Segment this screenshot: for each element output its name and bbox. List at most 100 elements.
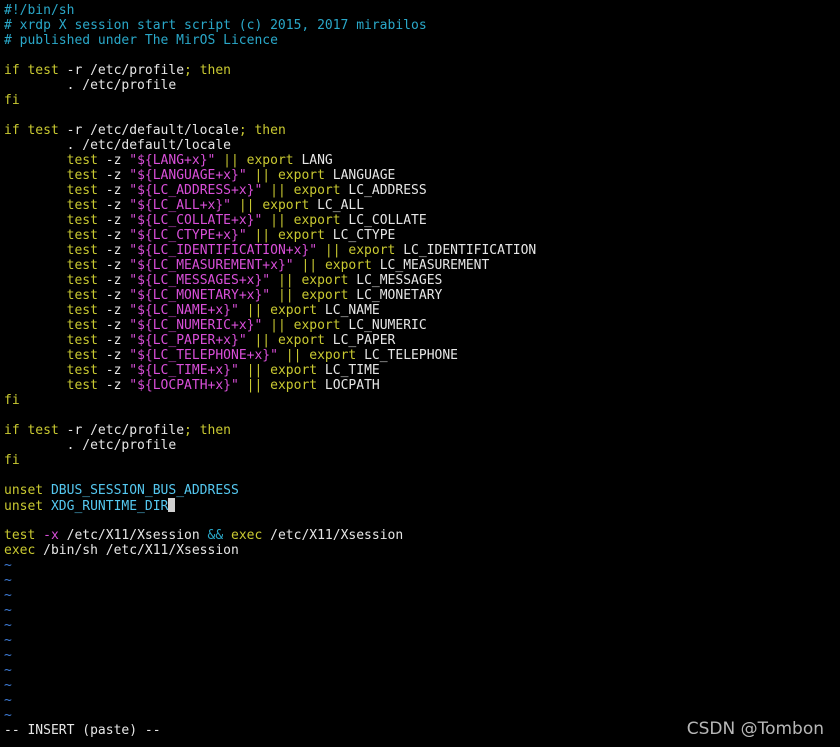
code-line[interactable]: test -z "${LC_CTYPE+x}" || export LC_CTY…	[4, 228, 840, 243]
code-token: -z	[97, 333, 130, 348]
code-line[interactable]: fi	[4, 93, 840, 108]
code-token: ||	[231, 198, 263, 213]
code-line[interactable]: test -z "${LC_MESSAGES+x}" || export LC_…	[4, 273, 840, 288]
code-line[interactable]: test -z "${LC_MONETARY+x}" || export LC_…	[4, 288, 840, 303]
code-line[interactable]: if test -r /etc/profile; then	[4, 423, 840, 438]
code-line[interactable]: # xrdp X session start script (c) 2015, …	[4, 18, 840, 33]
code-token: ||	[277, 348, 310, 363]
code-line[interactable]: unset XDG_RUNTIME_DIR	[4, 498, 840, 514]
code-line[interactable]: exec /bin/sh /etc/X11/Xsession	[4, 543, 840, 558]
code-token: then	[199, 63, 231, 78]
code-token: test	[4, 528, 36, 543]
code-line[interactable]	[4, 108, 840, 123]
code-line[interactable]: test -z "${LC_COLLATE+x}" || export LC_C…	[4, 213, 840, 228]
code-token: ||	[270, 288, 302, 303]
empty-line-marker: ~	[4, 573, 12, 588]
code-line[interactable]: test -z "${LC_NUMERIC+x}" || export LC_N…	[4, 318, 840, 333]
code-line[interactable]: test -z "${LANG+x}" || export LANG	[4, 153, 840, 168]
code-token: LC_ALL	[309, 198, 365, 213]
code-token: ||	[215, 153, 247, 168]
code-line[interactable]: test -x /etc/X11/Xsession && exec /etc/X…	[4, 528, 840, 543]
code-token: export	[309, 348, 357, 363]
code-token: "${LC_MESSAGES+x}"	[129, 273, 271, 288]
code-line[interactable]: test -z "${LC_MEASUREMENT+x}" || export …	[4, 258, 840, 273]
code-line[interactable]: test -z "${LC_ALL+x}" || export LC_ALL	[4, 198, 840, 213]
empty-line-marker: ~	[4, 678, 12, 693]
code-token: then	[254, 123, 286, 138]
code-token: -z	[97, 303, 130, 318]
code-token: ||	[246, 333, 278, 348]
code-line[interactable]: test -z "${LC_ADDRESS+x}" || export LC_A…	[4, 183, 840, 198]
empty-line-marker: ~	[4, 648, 12, 663]
code-line[interactable]: . /etc/default/locale	[4, 138, 840, 153]
code-token: test	[66, 363, 98, 378]
code-token: "${LC_ADDRESS+x}"	[129, 183, 263, 198]
code-token: "${LANG+x}"	[129, 153, 216, 168]
code-token: ||	[317, 243, 349, 258]
code-token: -z	[97, 288, 130, 303]
code-token: -z	[97, 318, 130, 333]
code-line[interactable]: . /etc/profile	[4, 78, 840, 93]
code-token: test	[66, 318, 98, 333]
empty-line-marker: ~	[4, 618, 12, 633]
empty-line-marker: ~	[4, 633, 12, 648]
code-token: "${LC_TELEPHONE+x}"	[129, 348, 278, 363]
code-token: export	[301, 273, 349, 288]
code-line[interactable]: if test -r /etc/profile; then	[4, 63, 840, 78]
code-token: LOCPATH	[317, 378, 380, 393]
text-buffer[interactable]: #!/bin/sh # xrdp X session start script (…	[4, 3, 840, 723]
vim-editor[interactable]: #!/bin/sh # xrdp X session start script (…	[0, 3, 840, 723]
code-token: "${LC_CTYPE+x}"	[129, 228, 247, 243]
code-token: test	[66, 258, 98, 273]
code-token: LC_MONETARY	[348, 288, 443, 303]
code-line[interactable]: fi	[4, 453, 840, 468]
code-line[interactable]: test -z "${LC_TELEPHONE+x}" || export LC…	[4, 348, 840, 363]
text-cursor	[168, 498, 176, 512]
code-line[interactable]: # published under The MirOS Licence	[4, 33, 840, 48]
code-token: export	[246, 153, 294, 168]
empty-line-marker: ~	[4, 588, 12, 603]
code-token: test	[66, 288, 98, 303]
code-token: LC_CTYPE	[324, 228, 396, 243]
code-line[interactable]: test -z "${LANGUAGE+x}" || export LANGUA…	[4, 168, 840, 183]
code-token: export	[277, 333, 325, 348]
code-line[interactable]: if test -r /etc/default/locale; then	[4, 123, 840, 138]
code-token: /bin/sh /etc/X11/Xsession	[35, 543, 239, 558]
code-token: -x	[43, 528, 59, 543]
code-token: test	[66, 198, 98, 213]
code-token: ||	[262, 213, 294, 228]
code-line[interactable]: . /etc/profile	[4, 438, 840, 453]
code-line[interactable]	[4, 468, 840, 483]
code-token: fi	[4, 393, 20, 408]
code-line[interactable]: test -z "${LOCPATH+x}" || export LOCPATH	[4, 378, 840, 393]
code-token: -z	[97, 348, 130, 363]
code-token: test	[66, 303, 98, 318]
code-token: test	[27, 423, 59, 438]
code-line[interactable]: #!/bin/sh	[4, 3, 840, 18]
code-line[interactable]: test -z "${LC_PAPER+x}" || export LC_PAP…	[4, 333, 840, 348]
code-line[interactable]: fi	[4, 393, 840, 408]
code-token: -z	[97, 258, 130, 273]
code-line[interactable]: test -z "${LC_TIME+x}" || export LC_TIME	[4, 363, 840, 378]
code-line[interactable]: unset DBUS_SESSION_BUS_ADDRESS	[4, 483, 840, 498]
code-token: -z	[97, 273, 130, 288]
code-token: -r /etc/profile	[58, 63, 185, 78]
code-token: export	[293, 213, 341, 228]
code-token: "${LC_MEASUREMENT+x}"	[129, 258, 294, 273]
code-line[interactable]: test -z "${LC_NAME+x}" || export LC_NAME	[4, 303, 840, 318]
code-token: test	[66, 273, 98, 288]
code-line[interactable]: test -z "${LC_IDENTIFICATION+x}" || expo…	[4, 243, 840, 258]
code-line[interactable]	[4, 408, 840, 423]
code-token: &&	[207, 528, 224, 543]
code-token: -z	[97, 198, 130, 213]
code-token: -z	[97, 228, 130, 243]
code-token: LC_MEASUREMENT	[371, 258, 490, 273]
code-token: LANGUAGE	[324, 168, 396, 183]
code-line[interactable]	[4, 513, 840, 528]
code-line[interactable]	[4, 48, 840, 63]
